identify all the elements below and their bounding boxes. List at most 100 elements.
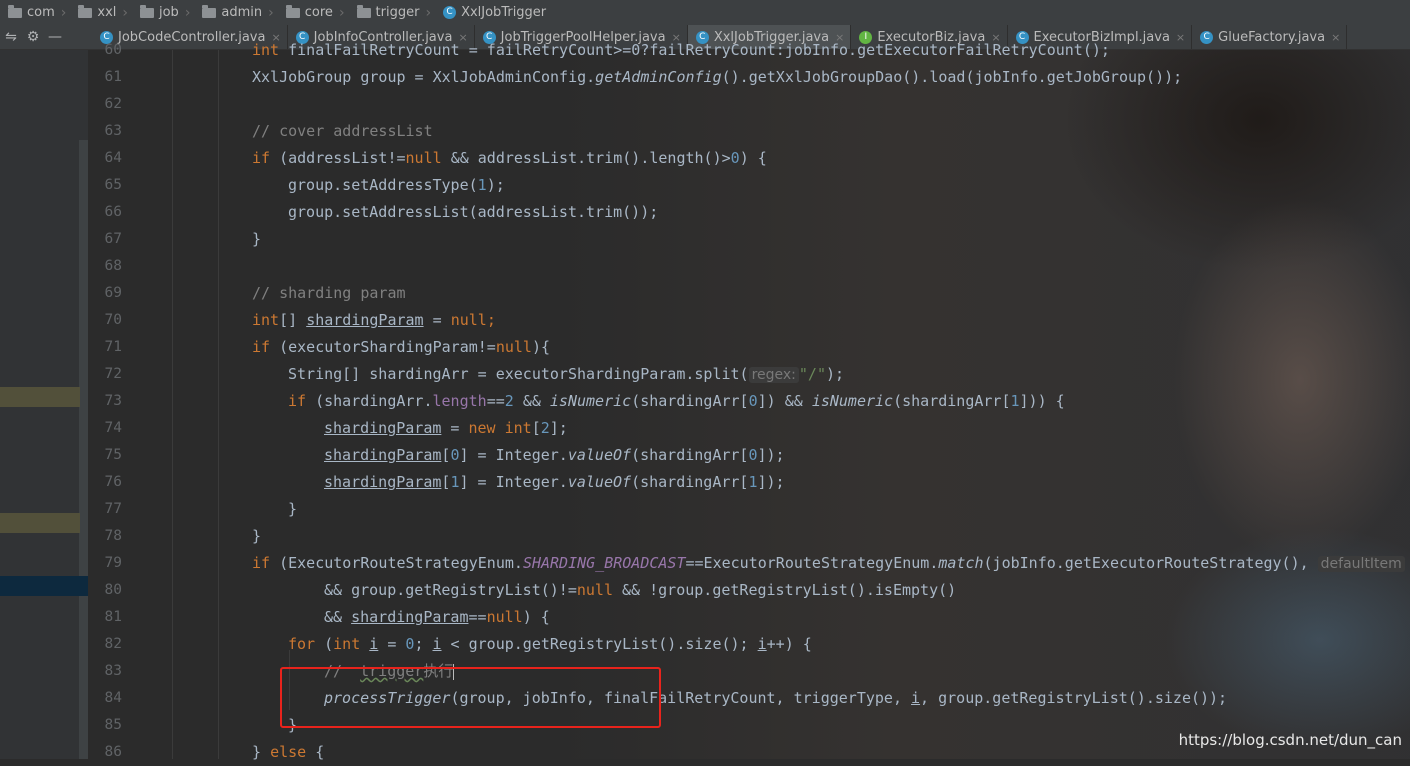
code-token: new int bbox=[468, 419, 532, 437]
code-token: XxlJobGroup group = XxlJobAdminConfig. bbox=[252, 68, 596, 86]
folder-icon bbox=[202, 4, 217, 18]
code-token: length bbox=[432, 392, 487, 410]
line-number: 60 bbox=[104, 42, 122, 58]
code-token: group.setAddressList(addressList.trim())… bbox=[288, 203, 659, 221]
line-number: 61 bbox=[104, 69, 122, 85]
code-token: if bbox=[252, 149, 280, 167]
breadcrumb-item[interactable]: admin › bbox=[194, 0, 277, 25]
code-token: if bbox=[252, 554, 280, 572]
line-number: 63 bbox=[104, 123, 122, 139]
code-token: String[] shardingArr = executorShardingP… bbox=[288, 365, 749, 383]
breadcrumb-item[interactable]: xxl › bbox=[70, 0, 132, 25]
breadcrumb-label: job bbox=[158, 5, 179, 20]
editor-tab[interactable]: C GlueFactory.java × bbox=[1192, 25, 1348, 49]
line-number: 75 bbox=[104, 447, 122, 463]
code-line-64: if (addressList!=null && addressList.tri… bbox=[252, 145, 767, 172]
line-number: 65 bbox=[104, 177, 122, 193]
code-token: int bbox=[333, 635, 370, 653]
folder-icon bbox=[285, 4, 300, 18]
code-token: getAdminConfig bbox=[595, 68, 722, 86]
line-number: 74 bbox=[104, 420, 122, 436]
code-line-72: String[] shardingArr = executorShardingP… bbox=[288, 361, 844, 388]
chevron-right-icon: › bbox=[184, 4, 191, 21]
line-number: 77 bbox=[104, 501, 122, 517]
code-editor[interactable]: int finalFailRetryCount = failRetryCount… bbox=[172, 41, 1410, 761]
breadcrumb-item[interactable]: job › bbox=[132, 0, 194, 25]
line-number: 73 bbox=[104, 393, 122, 409]
code-token: i bbox=[911, 689, 921, 707]
breadcrumb-item[interactable]: core › bbox=[278, 0, 349, 25]
line-number: 71 bbox=[104, 339, 122, 355]
line-number: 62 bbox=[104, 96, 122, 112]
line-number: 85 bbox=[104, 717, 122, 733]
code-token: ); bbox=[486, 176, 505, 194]
code-token: < group.getRegistryList().size(); bbox=[441, 635, 758, 653]
code-token: && addressList.trim().length()> bbox=[450, 149, 731, 167]
tab-label: GlueFactory.java bbox=[1218, 29, 1326, 45]
code-token: valueOf bbox=[567, 473, 632, 491]
code-token: (ExecutorRouteStrategyEnum. bbox=[279, 554, 523, 572]
code-token: shardingParam bbox=[324, 419, 442, 437]
code-token: (jobInfo.getExecutorRouteStrategy(), bbox=[983, 554, 1309, 572]
line-number: 69 bbox=[104, 285, 122, 301]
code-line-81: && shardingParam==null) { bbox=[324, 604, 550, 631]
breadcrumb-item[interactable]: trigger › bbox=[349, 0, 436, 25]
chevron-right-icon: › bbox=[268, 4, 274, 21]
line-number: 80 bbox=[104, 582, 122, 598]
code-token: shardingParam bbox=[306, 311, 424, 329]
code-token: } bbox=[252, 527, 262, 545]
code-line-63: // cover addressList bbox=[252, 118, 433, 145]
code-token: isNumeric bbox=[811, 392, 894, 410]
code-line-73: if (shardingArr.length==2 && isNumeric(s… bbox=[288, 388, 1065, 415]
code-token: && !group.getRegistryList().isEmpty() bbox=[622, 581, 957, 599]
code-token: else bbox=[270, 743, 316, 761]
code-line-61: XxlJobGroup group = XxlJobAdminConfig.ge… bbox=[252, 64, 1182, 91]
line-number: 81 bbox=[104, 609, 122, 625]
code-token: = bbox=[378, 635, 406, 653]
code-token: (shardingArr[ bbox=[893, 392, 1011, 410]
close-icon[interactable]: × bbox=[1176, 31, 1185, 44]
code-token: (shardingArr. bbox=[315, 392, 433, 410]
code-token: group.setAddressType( bbox=[288, 176, 478, 194]
code-token: null bbox=[576, 581, 623, 599]
code-token: ) { bbox=[739, 149, 767, 167]
code-token: 1 bbox=[477, 176, 487, 194]
code-token: 2 bbox=[504, 392, 523, 410]
chevron-right-icon: › bbox=[122, 4, 128, 21]
code-token: null bbox=[486, 608, 523, 626]
code-token: "/" bbox=[798, 365, 826, 383]
code-token: && group.getRegistryList()!= bbox=[324, 581, 577, 599]
scrollbar[interactable] bbox=[79, 140, 88, 759]
code-token: && bbox=[324, 608, 352, 626]
minimize-icon[interactable]: — bbox=[44, 29, 66, 45]
code-token: null bbox=[450, 311, 487, 329]
breadcrumb-label: com bbox=[27, 5, 55, 20]
line-number: 78 bbox=[104, 528, 122, 544]
code-token: 0 bbox=[748, 392, 758, 410]
code-token: ; bbox=[486, 311, 496, 329]
code-token: ==ExecutorRouteStrategyEnum. bbox=[685, 554, 939, 572]
breadcrumb-item[interactable]: com › bbox=[0, 0, 70, 25]
code-token: for bbox=[288, 635, 325, 653]
code-token: (addressList!= bbox=[279, 149, 406, 167]
collapse-icon[interactable]: ⇋ bbox=[0, 29, 22, 45]
code-token: 2 bbox=[540, 419, 550, 437]
code-token: i bbox=[757, 635, 767, 653]
code-token: isNumeric bbox=[549, 392, 632, 410]
gear-icon[interactable]: ⚙ bbox=[22, 29, 44, 45]
breadcrumb-item[interactable]: C XxlJobTrigger bbox=[435, 0, 550, 25]
code-token: { bbox=[315, 743, 325, 761]
code-token: (shardingArr[ bbox=[631, 392, 749, 410]
code-token: = bbox=[423, 311, 451, 329]
code-token: && bbox=[522, 392, 550, 410]
folder-icon bbox=[8, 4, 22, 18]
code-token: (shardingArr[ bbox=[631, 446, 749, 464]
code-token: shardingParam bbox=[324, 473, 442, 491]
code-token: 0 bbox=[748, 446, 758, 464]
code-token: = bbox=[441, 419, 469, 437]
code-line-60: int finalFailRetryCount = failRetryCount… bbox=[252, 37, 1110, 64]
line-number: 83 bbox=[104, 663, 122, 679]
code-token: i bbox=[369, 635, 379, 653]
code-line-78: } bbox=[252, 523, 261, 550]
close-icon[interactable]: × bbox=[1331, 31, 1340, 44]
